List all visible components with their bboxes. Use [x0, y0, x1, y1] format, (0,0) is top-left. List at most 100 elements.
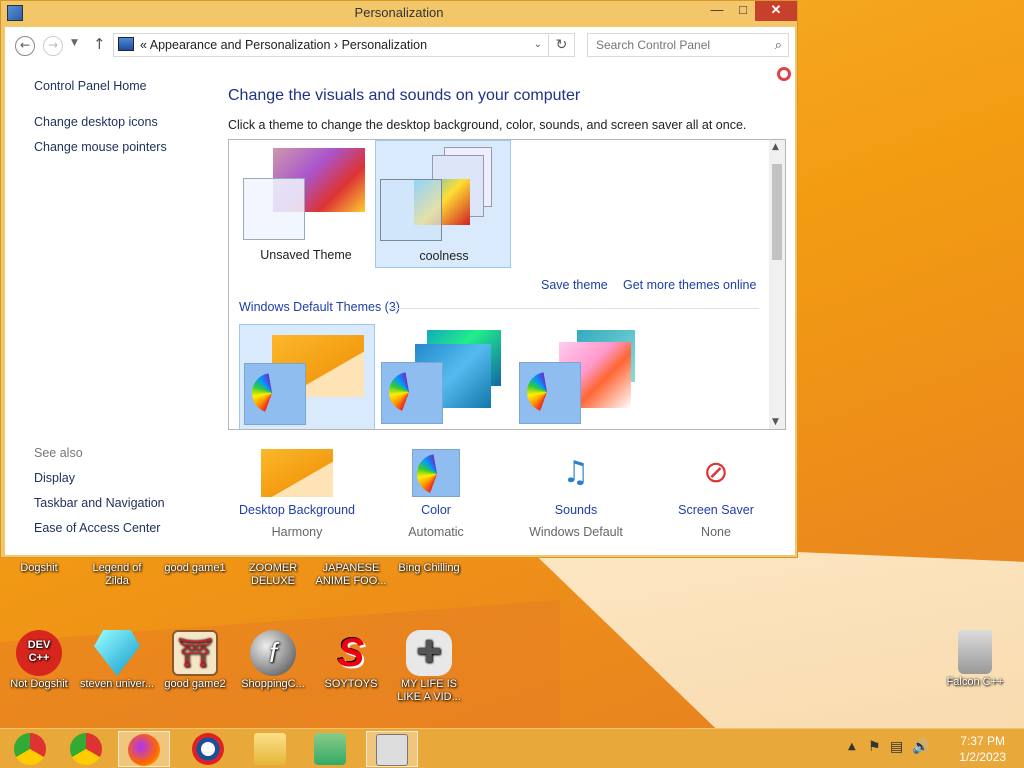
desktop-icon-dogshit[interactable]: Dogshit: [2, 562, 76, 575]
desktop-icon-label: Legend of Zilda: [92, 562, 142, 587]
scroll-down-arrow-icon[interactable]: ▼: [772, 417, 779, 427]
soytoys-icon-text: S: [337, 631, 365, 675]
desktop-icon-steven-universe[interactable]: steven univer...: [80, 630, 154, 691]
themes-scrollbar[interactable]: ▲ ▼: [769, 140, 785, 429]
flash-icon-text: f: [269, 637, 277, 668]
theme-color-swatch: [243, 178, 305, 240]
change-mouse-pointers-link[interactable]: Change mouse pointers: [34, 140, 167, 154]
forward-button[interactable]: →: [43, 36, 63, 56]
content-area: Control Panel Home Change desktop icons …: [5, 63, 795, 555]
see-also-heading: See also: [34, 446, 83, 460]
refresh-button[interactable]: ↻: [549, 33, 575, 57]
minimize-button[interactable]: —: [703, 1, 731, 21]
desktop-icon-legend-of-zilda[interactable]: Legend of Zilda: [80, 562, 154, 588]
flag-icon[interactable]: ⚑: [868, 739, 881, 755]
screen-saver-link[interactable]: Screen Saver: [641, 503, 791, 517]
ease-of-access-link[interactable]: Ease of Access Center: [34, 521, 160, 535]
theme-windows[interactable]: [239, 324, 375, 429]
color-value: Automatic: [408, 525, 464, 539]
save-theme-link[interactable]: Save theme: [541, 278, 608, 292]
desktop-icon-my-life[interactable]: ✚ MY LIFE IS LIKE A VID...: [392, 630, 466, 704]
volume-icon[interactable]: 🔊: [912, 739, 929, 755]
desktop-icon-shopping[interactable]: f ShoppingC...: [236, 630, 310, 691]
desktop-background-link[interactable]: Desktop Background: [222, 503, 372, 517]
address-bar: ← → ▼ ↑ « Appearance and Personalization…: [5, 27, 795, 63]
change-desktop-icons-link[interactable]: Change desktop icons: [34, 115, 158, 129]
clock-time: 7:37 PM: [960, 734, 1005, 748]
sounds-icon: ♫: [562, 455, 590, 490]
clock-date: 1/2/2023: [959, 750, 1006, 764]
breadcrumb-prefix[interactable]: «: [140, 38, 147, 52]
system-tray: ▲ ⚑ ▤ 🔊 7:37 PM 1/2/2023: [834, 729, 1024, 768]
campaign-logo-icon: [192, 733, 224, 765]
clock[interactable]: 7:37 PM 1/2/2023: [959, 733, 1006, 765]
control-panel-home-link[interactable]: Control Panel Home: [34, 79, 147, 93]
theme-coolness[interactable]: coolness: [375, 140, 511, 268]
up-button[interactable]: ↑: [93, 35, 106, 53]
help-icon[interactable]: [777, 67, 791, 81]
taskbar-navigation-link[interactable]: Taskbar and Navigation: [34, 496, 165, 510]
desktop-icon-good-game1[interactable]: good game1: [158, 562, 232, 575]
close-button[interactable]: ✕: [755, 1, 797, 21]
theme-flowers[interactable]: [515, 324, 651, 429]
taskbar-obama[interactable]: [182, 731, 234, 767]
breadcrumb-appearance[interactable]: Appearance and Personalization: [150, 38, 331, 52]
section-divider: [389, 308, 759, 309]
chrome-icon: [70, 733, 102, 765]
desktop-icon-good-game2[interactable]: ⛩ good game2: [158, 630, 232, 691]
desktop-icon-not-dogshit[interactable]: DEV C++ Not Dogshit: [2, 630, 76, 691]
theme-lines-colors[interactable]: [377, 324, 513, 429]
color-link[interactable]: Color: [361, 503, 511, 517]
recycle-bin-icon: [958, 630, 992, 674]
scroll-thumb[interactable]: [772, 164, 782, 260]
desktop-icon-falcon-cpp[interactable]: Falcon C++: [938, 630, 1012, 689]
show-hidden-icons-icon[interactable]: ▲: [848, 741, 856, 752]
taskbar-file-explorer[interactable]: [244, 731, 296, 767]
chevron-down-icon[interactable]: ⌄: [534, 34, 542, 56]
taskbar-network[interactable]: [304, 731, 356, 767]
search-box[interactable]: ⌕: [587, 33, 789, 57]
breadcrumb-separator: ›: [333, 38, 339, 52]
get-more-themes-link[interactable]: Get more themes online: [623, 278, 756, 292]
color-fan-icon: [417, 454, 457, 494]
desktop-icon-japanese-anime[interactable]: JAPANESE ANIME FOO...: [314, 562, 388, 588]
network-status-icon[interactable]: ▤: [890, 739, 903, 755]
recent-locations-dropdown[interactable]: ▼: [71, 38, 78, 48]
torii-gate-icon: ⛩: [172, 630, 218, 676]
search-input[interactable]: [588, 34, 758, 56]
taskbar-chrome-old[interactable]: [4, 731, 56, 767]
search-icon[interactable]: ⌕: [775, 37, 782, 53]
theme-unsaved[interactable]: Unsaved Theme: [239, 144, 373, 268]
title-bar[interactable]: Personalization — □ ✕: [1, 1, 797, 25]
breadcrumb[interactable]: « Appearance and Personalization › Perso…: [113, 33, 549, 57]
theme-color-swatch: [519, 362, 581, 424]
color-fan-icon: [389, 372, 429, 412]
theme-color-swatch: [380, 179, 442, 241]
color-setting[interactable]: Color Automatic: [361, 449, 511, 539]
desktop-icon-bing-chilling[interactable]: Bing Chilling: [392, 562, 466, 575]
screen-saver-setting[interactable]: ⊘ Screen Saver None: [641, 449, 791, 539]
taskbar-firefox[interactable]: [118, 731, 170, 767]
sounds-setting[interactable]: ♫ Sounds Windows Default: [501, 449, 651, 539]
control-panel-icon: [7, 5, 23, 21]
breadcrumb-personalization[interactable]: Personalization: [342, 38, 427, 52]
screen-saver-icon: ⊘: [703, 455, 729, 490]
desktop-background-setting[interactable]: Desktop Background Harmony: [222, 449, 372, 539]
taskbar-chrome[interactable]: [60, 731, 112, 767]
back-button[interactable]: ←: [15, 36, 35, 56]
theme-color-swatch: [244, 363, 306, 425]
theme-label: coolness: [419, 249, 469, 263]
flash-icon: f: [250, 630, 296, 676]
desktop-icon-label: good game1: [164, 562, 226, 574]
scroll-up-arrow-icon[interactable]: ▲: [772, 142, 779, 152]
sounds-link[interactable]: Sounds: [501, 503, 651, 517]
desktop-icon-label: JAPANESE ANIME FOO...: [315, 562, 387, 587]
display-link[interactable]: Display: [34, 471, 75, 485]
maximize-button[interactable]: □: [729, 1, 757, 21]
color-fan-icon: [252, 373, 292, 413]
taskbar-control-panel[interactable]: [366, 731, 418, 767]
desktop-background-thumbnail: [261, 449, 333, 497]
desktop-icon-label: Not Dogshit: [10, 678, 68, 690]
desktop-icon-zoomer-deluxe[interactable]: ZOOMER DELUXE: [236, 562, 310, 588]
desktop-icon-soytoys[interactable]: S SOYTOYS: [314, 630, 388, 691]
